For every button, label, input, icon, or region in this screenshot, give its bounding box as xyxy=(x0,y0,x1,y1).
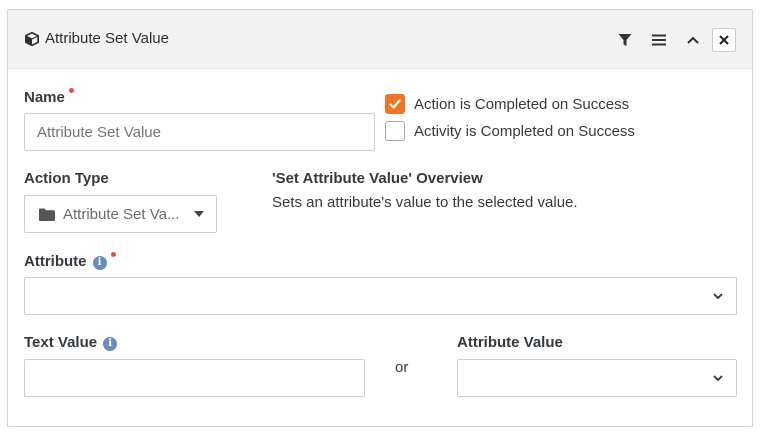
attribute-select[interactable] xyxy=(24,277,737,315)
action-completed-checkbox[interactable] xyxy=(385,94,405,114)
overview-title: 'Set Attribute Value' Overview xyxy=(272,170,483,187)
filter-button[interactable] xyxy=(613,28,637,52)
name-label: Name xyxy=(24,88,74,106)
action-type-value: Attribute Set Va... xyxy=(63,206,180,223)
filter-icon xyxy=(618,34,632,46)
checkmark-icon xyxy=(389,99,401,109)
chevron-down-icon xyxy=(713,375,723,382)
folder-icon xyxy=(39,208,55,221)
attribute-label-text: Attribute xyxy=(24,253,87,270)
text-value-input[interactable] xyxy=(24,359,365,397)
attribute-value-select[interactable] xyxy=(457,359,737,397)
required-indicator xyxy=(68,88,74,93)
panel-heading: Attribute Set Value xyxy=(8,10,752,69)
collapse-button[interactable] xyxy=(681,28,705,52)
required-indicator xyxy=(110,252,116,257)
attribute-label: Attribute i xyxy=(24,252,116,270)
or-separator: or xyxy=(395,359,409,376)
menu-icon xyxy=(652,34,666,46)
action-completed-label[interactable]: Action is Completed on Success xyxy=(414,96,629,113)
chevron-up-icon xyxy=(687,36,699,44)
info-icon[interactable]: i xyxy=(103,337,118,351)
caret-down-icon xyxy=(194,211,204,217)
info-icon[interactable]: i xyxy=(92,256,107,270)
text-value-label-text: Text Value xyxy=(24,334,98,351)
chevron-down-icon xyxy=(713,293,723,300)
action-type-label: Action Type xyxy=(24,170,109,187)
name-input[interactable] xyxy=(24,113,375,151)
menu-button[interactable] xyxy=(647,28,671,52)
cube-icon xyxy=(25,31,39,47)
activity-completed-checkbox[interactable] xyxy=(385,121,405,141)
attribute-value-label: Attribute Value xyxy=(457,334,563,351)
close-button[interactable] xyxy=(712,28,736,52)
text-value-label: Text Value i xyxy=(24,334,118,351)
overview-description: Sets an attribute's value to the selecte… xyxy=(272,194,578,211)
panel-title: Attribute Set Value xyxy=(45,30,169,47)
close-icon xyxy=(719,35,729,45)
name-label-text: Name xyxy=(24,89,65,106)
activity-completed-label[interactable]: Activity is Completed on Success xyxy=(414,123,635,140)
action-type-picker[interactable]: Attribute Set Va... xyxy=(24,195,217,233)
